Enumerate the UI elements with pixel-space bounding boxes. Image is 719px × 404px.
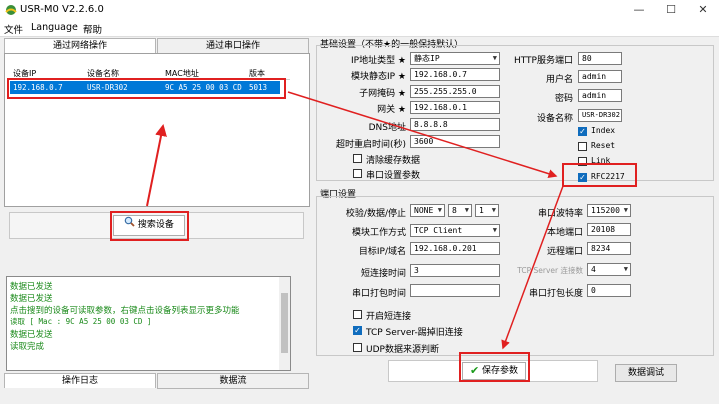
arrow-search-to-row <box>146 124 167 207</box>
annotation-arrows <box>146 91 564 350</box>
arrow-rfc2217-to-save <box>501 185 564 350</box>
arrow-row-to-rfc2217 <box>287 91 558 179</box>
